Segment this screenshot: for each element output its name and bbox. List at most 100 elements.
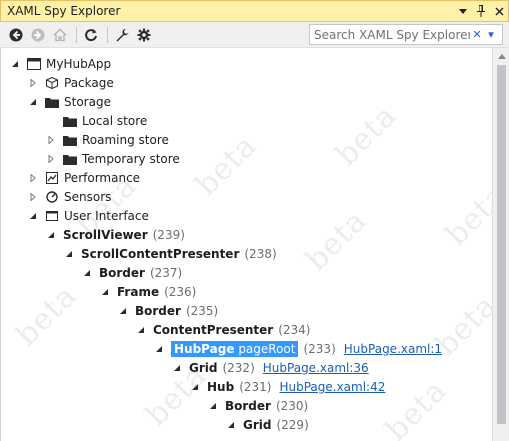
element-count: (235) <box>185 303 219 318</box>
tree-item-label: ScrollViewer <box>63 227 148 242</box>
expand-arrow-icon[interactable] <box>45 153 57 165</box>
tree-item-label: Storage <box>64 94 111 109</box>
tree-item-performance[interactable]: Performance <box>27 168 140 187</box>
tree-item-hubpage[interactable]: HubPage pageRoot (233) HubPage.xaml:1 <box>153 339 442 358</box>
tree-item-user-interface[interactable]: User Interface <box>27 206 149 225</box>
collapse-arrow-icon[interactable] <box>153 343 165 355</box>
tree-item-label: Border <box>99 265 145 280</box>
watermark: beta <box>299 203 374 278</box>
collapse-arrow-icon[interactable] <box>45 229 57 241</box>
tree-item-contentpresenter[interactable]: ContentPresenter (234) <box>135 320 311 339</box>
tree-item-label: Frame <box>117 284 160 299</box>
collapse-arrow-icon[interactable] <box>135 324 147 336</box>
tree-item-grid[interactable]: Grid (232) HubPage.xaml:36 <box>171 358 369 377</box>
tree-item-label: Grid <box>243 417 272 432</box>
element-count: (230) <box>275 398 309 413</box>
element-count: (239) <box>152 227 185 242</box>
refresh-icon[interactable] <box>81 25 101 45</box>
source-link[interactable]: HubPage.xaml:1 <box>344 342 442 356</box>
home-icon[interactable] <box>50 25 70 45</box>
element-count: (234) <box>278 322 311 337</box>
tree-item-label: Hub <box>207 379 235 394</box>
window-icon <box>27 57 41 71</box>
collapse-arrow-icon[interactable] <box>27 210 39 222</box>
collapse-arrow-icon[interactable] <box>81 267 93 279</box>
collapse-arrow-icon[interactable] <box>225 419 237 431</box>
collapse-arrow-icon[interactable] <box>27 96 39 108</box>
toolbar-separator <box>107 26 108 43</box>
tree-item-label: Border <box>135 303 181 318</box>
tree-item-roaming-store[interactable]: Roaming store <box>45 130 169 149</box>
tree-item-label: Border <box>225 398 271 413</box>
scroll-up-icon[interactable] <box>493 48 509 65</box>
tree-item-scrollcontentpresenter[interactable]: ScrollContentPresenter (238) <box>63 244 277 263</box>
folder-icon <box>63 114 77 128</box>
search-dropdown-button[interactable]: ▾ <box>484 26 498 44</box>
collapse-arrow-icon[interactable] <box>189 381 201 393</box>
expand-arrow-icon[interactable] <box>27 172 39 184</box>
watermark: beta <box>379 373 454 441</box>
element-count: (237) <box>149 265 183 280</box>
tree-item-hub[interactable]: Hub (231) HubPage.xaml:42 <box>189 377 385 396</box>
scrollbar-thumb[interactable] <box>497 65 506 424</box>
collapse-arrow-icon[interactable] <box>207 400 219 412</box>
tree-item-label: ScrollContentPresenter <box>81 246 240 261</box>
pin-icon[interactable] <box>472 2 490 20</box>
tree-item-temporary-store[interactable]: Temporary store <box>45 149 180 168</box>
tree-item-scrollviewer[interactable]: ScrollViewer (239) <box>45 225 185 244</box>
tree-item-label: Temporary store <box>82 151 180 166</box>
element-count: (238) <box>244 246 277 261</box>
toolbar: ✕ ▾ <box>0 22 509 48</box>
tree-item-sensors[interactable]: Sensors <box>27 187 111 206</box>
tree-item-local-store[interactable]: Local store <box>63 111 147 130</box>
tree-item-label: Performance <box>64 170 141 185</box>
element-count: (233) <box>303 341 336 356</box>
vertical-scrollbar[interactable] <box>492 48 509 441</box>
tree-item-myhubapp[interactable]: MyHubApp <box>9 54 111 73</box>
tree-item-storage[interactable]: Storage <box>27 92 111 111</box>
source-link[interactable]: HubPage.xaml:42 <box>279 380 385 394</box>
watermark: beta <box>189 128 264 203</box>
window-title: XAML Spy Explorer <box>7 4 121 18</box>
collapse-arrow-icon[interactable] <box>117 305 129 317</box>
collapse-arrow-icon[interactable] <box>99 286 111 298</box>
ui-icon <box>45 209 59 223</box>
search-box[interactable]: ✕ ▾ <box>309 24 503 45</box>
collapse-arrow-icon[interactable] <box>63 248 75 260</box>
element-count: (236) <box>164 284 197 299</box>
back-icon[interactable] <box>6 25 26 45</box>
tree-item-border[interactable]: Border (230) <box>207 396 308 415</box>
explorer-tree: beta beta beta beta beta beta beta beta … <box>0 48 509 441</box>
search-clear-button[interactable]: ✕ <box>470 26 484 44</box>
search-input[interactable] <box>310 27 470 42</box>
expand-arrow-icon[interactable] <box>27 77 39 89</box>
tree-item-label: Roaming store <box>82 132 169 147</box>
element-count: (231) <box>239 379 272 394</box>
tree-item-border[interactable]: Border (237) <box>81 263 182 282</box>
close-icon[interactable] <box>490 2 508 20</box>
tree-item-grid[interactable]: Grid (229) <box>225 415 309 434</box>
package-icon <box>45 76 59 90</box>
tree-item-label: HubPage <box>174 341 235 356</box>
source-link[interactable]: HubPage.xaml:36 <box>263 361 369 375</box>
tree-item-border[interactable]: Border (235) <box>117 301 218 320</box>
tree-item-frame[interactable]: Frame (236) <box>99 282 196 301</box>
collapse-arrow-icon[interactable] <box>9 58 21 70</box>
wrench-icon[interactable] <box>112 25 132 45</box>
tree-item-package[interactable]: Package <box>27 73 114 92</box>
element-count: (232) <box>222 360 255 375</box>
tree-item-label: ContentPresenter <box>153 322 274 337</box>
folder-icon <box>63 152 77 166</box>
tree-item-label: Package <box>64 75 114 90</box>
folder-icon <box>63 133 77 147</box>
title-bar: XAML Spy Explorer <box>0 0 509 22</box>
dropdown-icon[interactable] <box>454 2 472 20</box>
tree-item-label: MyHubApp <box>46 56 112 71</box>
collapse-arrow-icon[interactable] <box>171 362 183 374</box>
element-name: pageRoot <box>238 341 296 356</box>
forward-icon[interactable] <box>28 25 48 45</box>
sensor-icon <box>45 190 59 204</box>
expand-arrow-icon[interactable] <box>27 191 39 203</box>
expand-arrow-icon[interactable] <box>45 134 57 146</box>
settings-icon[interactable] <box>134 25 154 45</box>
